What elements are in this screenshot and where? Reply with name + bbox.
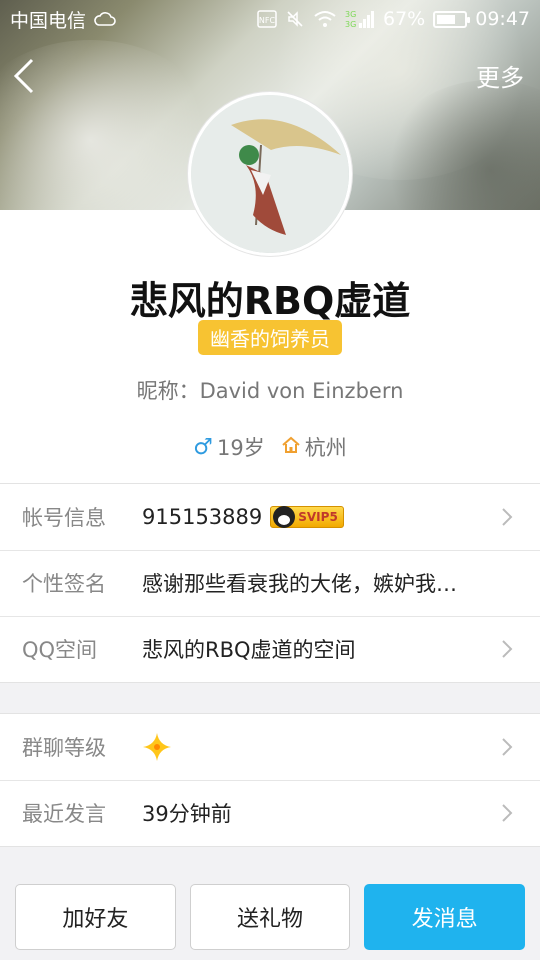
battery-percent: 67%	[383, 8, 426, 30]
qzone-row[interactable]: QQ空间 悲风的RBQ虚道的空间	[0, 616, 540, 682]
network-type-label: 3G	[345, 10, 356, 19]
send-gift-button[interactable]: 送礼物	[189, 884, 351, 950]
chevron-right-icon	[502, 640, 513, 658]
signature-label: 个性签名	[22, 572, 106, 596]
cloud-icon	[94, 11, 116, 27]
svg-text:NFC: NFC	[259, 16, 276, 25]
level-star-icon	[143, 733, 171, 761]
signature-row[interactable]: 个性签名 感谢那些看衰我的大佬，嫉妒我…	[0, 550, 540, 616]
account-info-row[interactable]: 帐号信息 915153889 SVIP5	[0, 484, 540, 550]
profile-meta: ♂ 19岁 杭州	[0, 432, 540, 462]
recent-speech-label: 最近发言	[22, 802, 106, 826]
recent-speech-value: 39分钟前	[142, 802, 232, 826]
account-number: 915153889	[142, 505, 263, 529]
chevron-left-icon	[13, 58, 34, 94]
chevron-right-icon	[502, 804, 513, 822]
account-info-label: 帐号信息	[22, 506, 106, 530]
back-button[interactable]	[10, 56, 40, 96]
home-icon	[281, 435, 301, 460]
qzone-value: 悲风的RBQ虚道的空间	[142, 638, 356, 662]
male-icon: ♂	[193, 434, 213, 460]
group-list: 群聊等级 最近发言 39分钟前	[0, 713, 540, 847]
age: 19岁	[217, 436, 265, 460]
nickname: 昵称：David von Einzbern	[136, 379, 404, 403]
svip-badge: SVIP5	[270, 506, 344, 528]
send-message-button[interactable]: 发消息	[364, 884, 526, 950]
group-title-badge: 幽香的饲养员	[198, 320, 342, 355]
penguin-icon	[273, 506, 296, 528]
qzone-label: QQ空间	[22, 638, 98, 662]
avatar-image	[191, 95, 349, 253]
clock: 09:47	[475, 8, 530, 30]
action-bar: 加好友 送礼物 发消息	[0, 884, 540, 950]
more-button[interactable]: 更多	[476, 58, 524, 93]
recent-speech-row[interactable]: 最近发言 39分钟前	[0, 780, 540, 846]
avatar[interactable]	[188, 92, 352, 256]
group-level-row[interactable]: 群聊等级	[0, 714, 540, 780]
profile-name: 悲风的RBQ虚道	[129, 279, 411, 323]
status-bar: 中国电信 NFC 3G 3G 67% 09:47	[0, 0, 540, 38]
signature-value: 感谢那些看衰我的大佬，嫉妒我…	[142, 572, 457, 596]
nfc-icon: NFC	[257, 10, 277, 28]
chevron-right-icon	[502, 508, 513, 526]
mute-icon	[285, 9, 305, 29]
signal-icon: 3G 3G	[345, 9, 375, 29]
add-friend-button[interactable]: 加好友	[15, 884, 176, 950]
carrier-label: 中国电信	[10, 9, 87, 32]
info-list: 帐号信息 915153889 SVIP5 个性签名 感谢那些看衰我的大佬，嫉妒我…	[0, 483, 540, 683]
battery-icon	[433, 10, 471, 28]
wifi-icon	[313, 10, 337, 28]
location: 杭州	[304, 436, 347, 460]
group-level-label: 群聊等级	[22, 736, 106, 760]
svg-text:3G: 3G	[345, 20, 356, 29]
chevron-right-icon	[502, 738, 513, 756]
